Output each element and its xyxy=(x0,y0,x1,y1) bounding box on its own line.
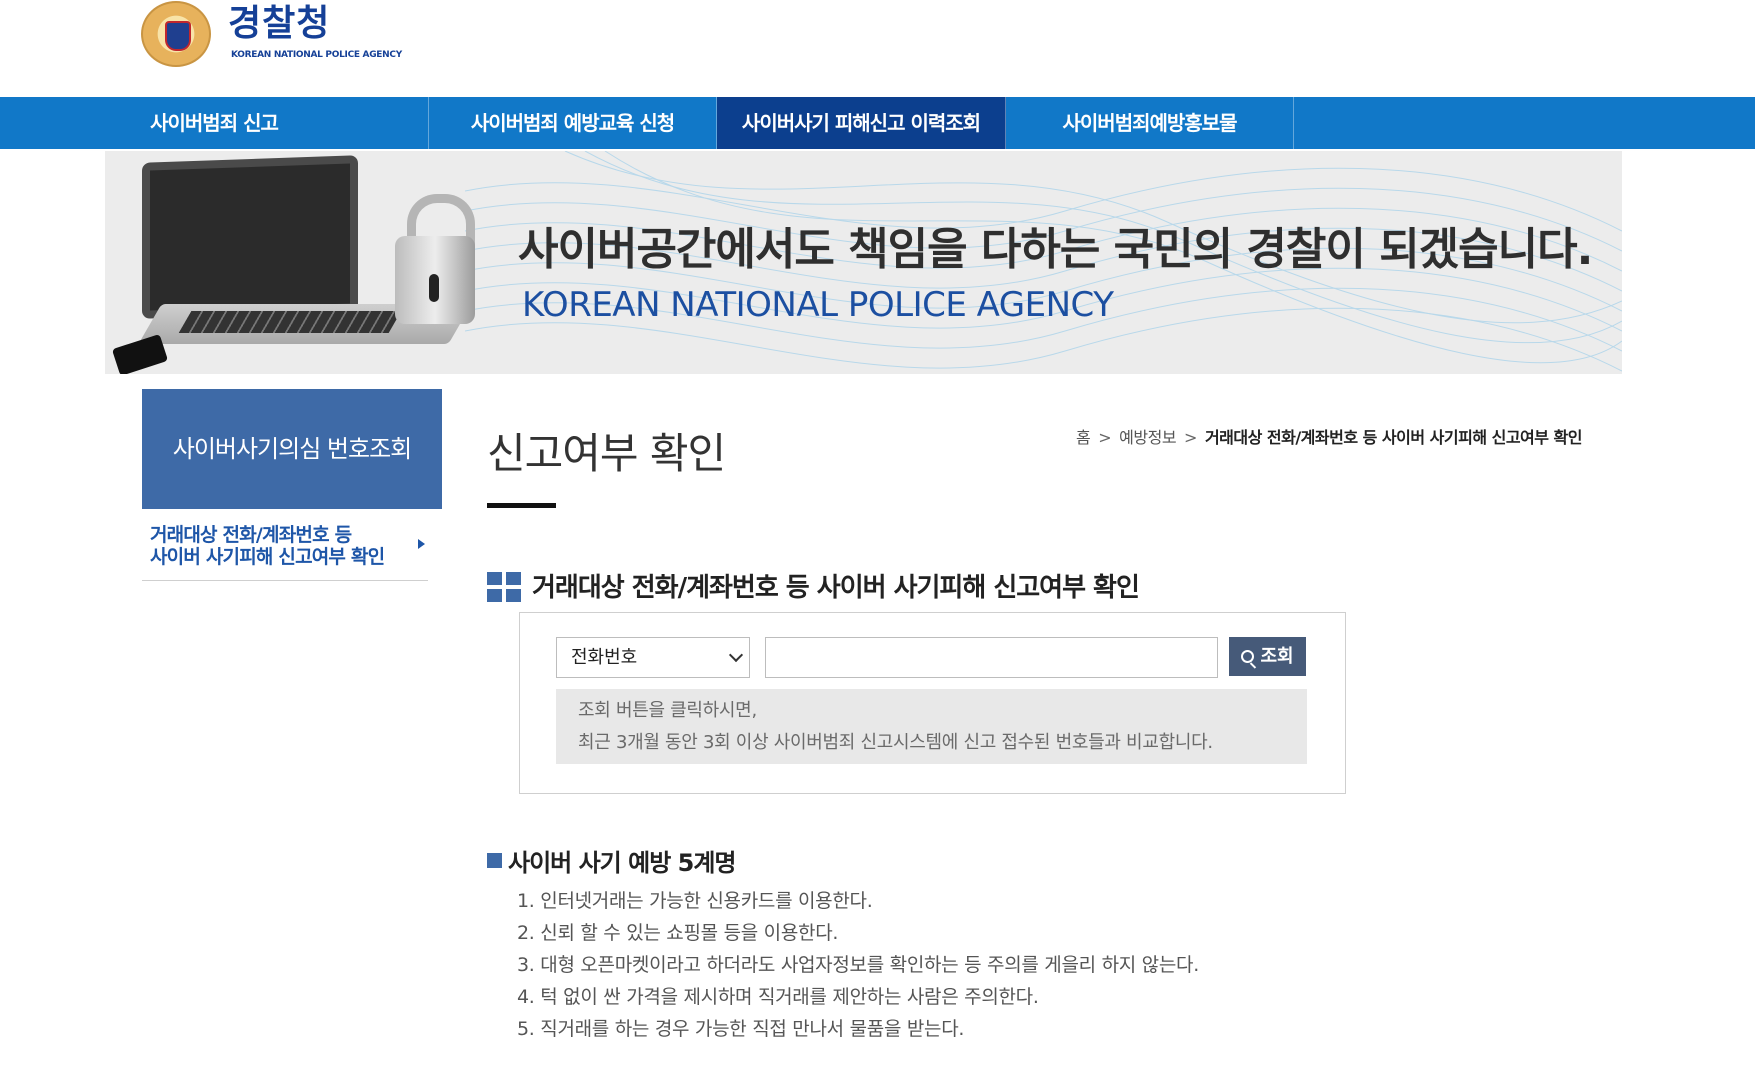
breadcrumb-current: 거래대상 전화/계좌번호 등 사이버 사기피해 신고여부 확인 xyxy=(1204,428,1583,447)
title-underline xyxy=(487,503,556,508)
breadcrumb-prevention-info[interactable]: 예방정보 xyxy=(1119,428,1176,447)
chevron-down-icon xyxy=(728,647,744,663)
site-header: 경찰청 KOREAN NATIONAL POLICE AGENCY xyxy=(0,0,1755,97)
sidebar-title: 사이버사기의심 번호조회 xyxy=(142,389,442,509)
notice-line-2: 최근 3개월 동안 3회 이상 사이버범죄 신고시스템에 신고 접수된 번호들과… xyxy=(578,732,1213,753)
phone-image xyxy=(111,333,169,374)
banner-title: 사이버공간에서도 책임을 다하는 국민의 경찰이 되겠습니다. xyxy=(518,224,1593,275)
list-item: 3. 대형 오픈마켓이라고 하더라도 사업자정보를 확인하는 등 주의를 게을리… xyxy=(517,954,1199,976)
breadcrumb-home[interactable]: 홈 xyxy=(1076,428,1091,447)
search-icon xyxy=(1241,650,1255,663)
nav-item-cybercrime-report[interactable]: 사이버범죄 신고 xyxy=(0,97,429,149)
search-input[interactable] xyxy=(765,637,1218,678)
search-type-value: 전화번호 xyxy=(571,647,638,668)
search-type-select[interactable]: 전화번호 xyxy=(556,637,750,678)
logo-subtitle: KOREAN NATIONAL POLICE AGENCY xyxy=(231,50,402,60)
chevron-right-icon: > xyxy=(1098,428,1112,447)
square-bullet-icon xyxy=(487,853,502,868)
notice-line-1: 조회 버튼을 클릭하시면, xyxy=(578,700,757,721)
hero-banner: 사이버공간에서도 책임을 다하는 국민의 경찰이 되겠습니다. KOREAN N… xyxy=(105,151,1622,374)
police-emblem-icon[interactable] xyxy=(141,1,211,67)
page-title: 신고여부 확인 xyxy=(487,429,726,478)
laptop-image xyxy=(142,155,358,319)
sidebar-item-label-line2: 사이버 사기피해 신고여부 확인 xyxy=(150,546,385,568)
search-notice: 조회 버튼을 클릭하시면, 최근 3개월 동안 3회 이상 사이버범죄 신고시스… xyxy=(556,689,1307,764)
list-item: 1. 인터넷거래는 가능한 신용카드를 이용한다. xyxy=(517,890,873,912)
logo-title[interactable]: 경찰청 xyxy=(228,2,330,46)
search-button[interactable]: 조회 xyxy=(1229,637,1306,676)
keyboard-image xyxy=(178,311,402,333)
nav-item-prevention-education[interactable]: 사이버범죄 예방교육 신청 xyxy=(429,97,717,149)
banner-subtitle: KOREAN NATIONAL POLICE AGENCY xyxy=(522,285,1114,325)
list-item: 2. 신뢰 할 수 있는 쇼핑몰 등을 이용한다. xyxy=(517,922,839,944)
sidebar-item-fraud-check[interactable]: 거래대상 전화/계좌번호 등 사이버 사기피해 신고여부 확인 xyxy=(150,524,420,568)
sidebar-item-label-line1: 거래대상 전화/계좌번호 등 xyxy=(150,524,352,546)
list-item: 4. 턱 없이 싼 가격을 제시하며 직거래를 제안하는 사람은 주의한다. xyxy=(517,986,1039,1008)
chevron-right-icon: > xyxy=(1184,428,1197,447)
tips-list: 1. 인터넷거래는 가능한 신용카드를 이용한다. 2. 신뢰 할 수 있는 쇼… xyxy=(517,885,1199,1045)
nav-item-promotional-materials[interactable]: 사이버범죄예방홍보물 xyxy=(1006,97,1294,149)
nav-item-fraud-history-lookup[interactable]: 사이버사기 피해신고 이력조회 xyxy=(717,97,1006,149)
search-button-label: 조회 xyxy=(1260,646,1294,667)
arrow-right-icon xyxy=(418,539,425,549)
breadcrumb: 홈 > 예방정보 > 거래대상 전화/계좌번호 등 사이버 사기피해 신고여부 확인 xyxy=(1076,424,1582,448)
tips-title: 사이버 사기 예방 5계명 xyxy=(508,849,736,877)
padlock-keyhole xyxy=(429,274,439,302)
grid-icon xyxy=(487,572,521,603)
list-item: 5. 직거래를 하는 경우 가능한 직접 만나서 물품을 받는다. xyxy=(517,1018,965,1040)
main-nav: 사이버범죄 신고 사이버범죄 예방교육 신청 사이버사기 피해신고 이력조회 사… xyxy=(0,97,1755,149)
section-heading: 거래대상 전화/계좌번호 등 사이버 사기피해 신고여부 확인 xyxy=(532,573,1140,603)
sidebar-divider xyxy=(142,580,428,581)
